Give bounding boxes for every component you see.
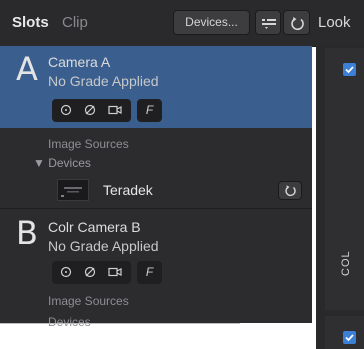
slot-divider (0, 208, 312, 209)
checkmark-icon (345, 66, 354, 74)
look-checkbox-1[interactable] (343, 63, 356, 76)
bottom-divider (0, 323, 240, 324)
tab-slots[interactable]: Slots (12, 14, 49, 31)
refresh-icon (291, 17, 304, 31)
slot-a-devices-toggle[interactable]: ▼ Devices (33, 156, 91, 170)
device-thumbnail-image (58, 180, 88, 200)
teradek-thumbnail (57, 179, 89, 201)
slot-a-camera-name: Camera A (48, 54, 111, 70)
list-menu-icon (262, 19, 276, 29)
slot-b-clock-button[interactable] (56, 261, 76, 284)
slot-a-grade-status: No Grade Applied (48, 73, 159, 89)
video-camera-icon (108, 267, 122, 277)
bypass-icon (84, 104, 96, 116)
clock-icon (60, 104, 72, 116)
slot-b-grade-status: No Grade Applied (48, 238, 159, 254)
refresh-icon (285, 185, 296, 197)
slot-b-camera-button[interactable] (104, 261, 124, 284)
bypass-icon (84, 266, 96, 278)
tab-clip[interactable]: Clip (62, 14, 88, 31)
slot-a-camera-button[interactable] (104, 99, 124, 122)
tab-look[interactable]: Look (318, 14, 351, 31)
refresh-button[interactable] (283, 10, 310, 35)
slot-a-f-button[interactable]: F (137, 99, 162, 122)
slot-letter-b: B (16, 214, 38, 252)
slot-b-devices-label: Devices (48, 315, 91, 329)
list-menu-button[interactable] (255, 10, 281, 35)
slot-b-icon-group (52, 261, 131, 284)
col-label: COL (340, 250, 352, 276)
slot-b-camera-name: Colr Camera B (48, 219, 141, 235)
slot-b-f-button[interactable]: F (137, 261, 162, 284)
slot-letter-a: A (16, 50, 38, 88)
app-window: Slots Clip Devices... Look COL A Camera … (0, 0, 364, 349)
header-bar: Slots Clip Devices... Look (0, 0, 364, 47)
device-name-teradek[interactable]: Teradek (103, 182, 153, 198)
slot-a-icon-group (52, 99, 131, 122)
slot-a-clock-button[interactable] (56, 99, 76, 122)
look-checkbox-2[interactable] (343, 331, 356, 344)
slot-a-image-sources-label: Image Sources (48, 137, 129, 151)
slot-b-bypass-button[interactable] (80, 261, 100, 284)
clock-icon (60, 266, 72, 278)
checkmark-icon (345, 334, 354, 342)
device-refresh-button[interactable] (278, 181, 302, 200)
slot-a-bypass-button[interactable] (80, 99, 100, 122)
video-camera-icon (108, 105, 122, 115)
devices-button[interactable]: Devices... (173, 10, 250, 35)
slot-b-image-sources-label: Image Sources (48, 294, 129, 308)
